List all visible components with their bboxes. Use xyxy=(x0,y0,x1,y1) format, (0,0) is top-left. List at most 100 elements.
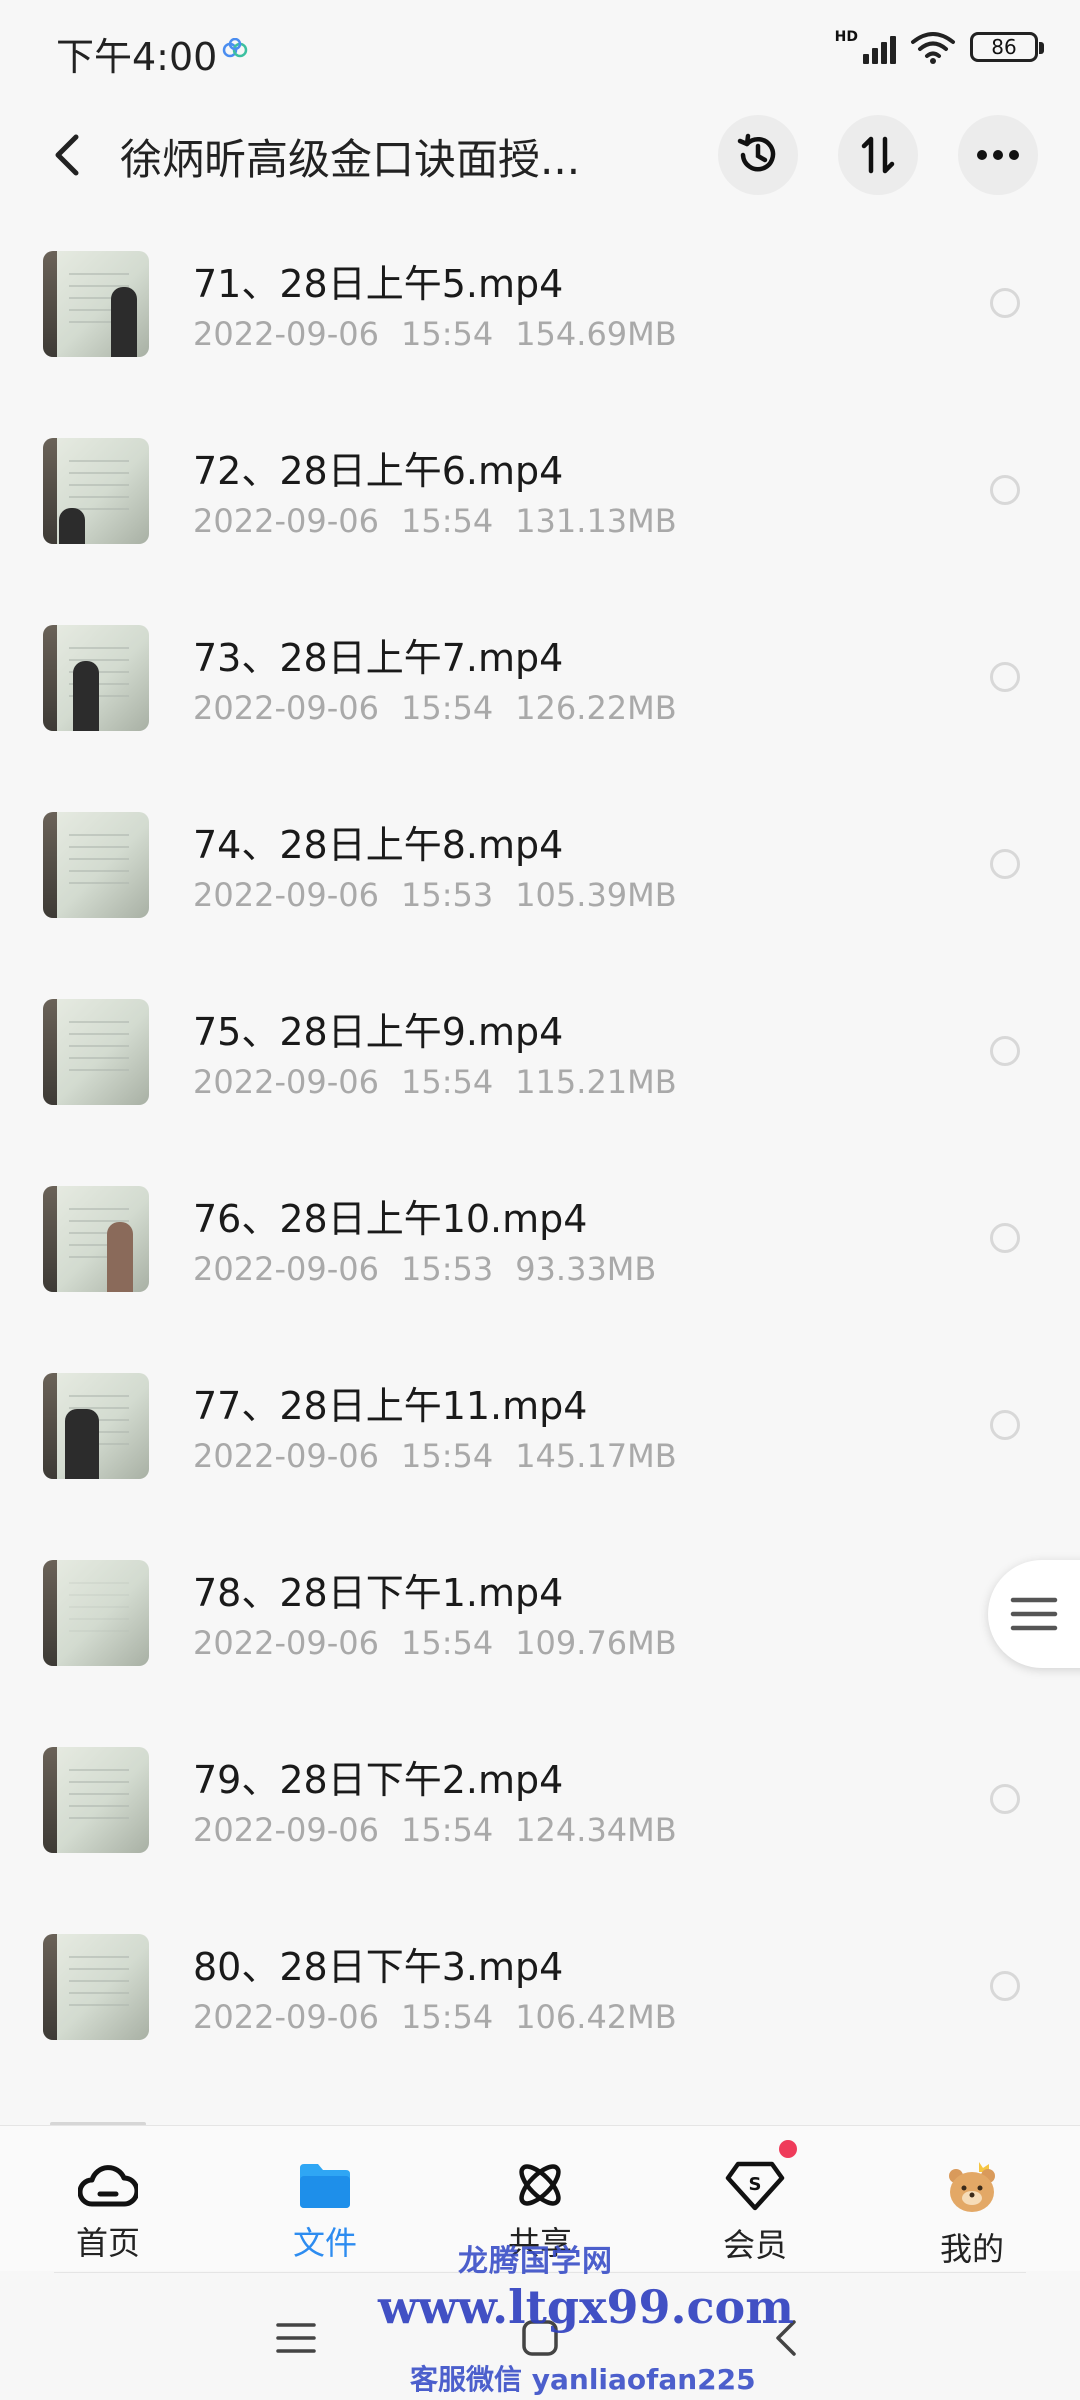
file-size: 124.34MB xyxy=(515,1811,677,1849)
tab-me[interactable]: 我的 xyxy=(902,2126,1042,2272)
list-item[interactable]: 76、28日上午10.mp4 2022-09-06 15:53 93.33MB xyxy=(0,1150,1080,1337)
file-time: 15:53 xyxy=(400,1250,494,1288)
select-radio[interactable] xyxy=(990,1223,1020,1253)
file-date: 2022-09-06 xyxy=(193,315,379,353)
file-size: 115.21MB xyxy=(515,1063,677,1101)
sort-icon xyxy=(861,136,895,174)
file-date: 2022-09-06 xyxy=(193,1624,379,1662)
file-time: 15:54 xyxy=(400,1437,494,1475)
select-radio[interactable] xyxy=(990,1784,1020,1814)
select-radio[interactable] xyxy=(990,1036,1020,1066)
file-meta: 2022-09-06 15:53 93.33MB xyxy=(193,1250,656,1288)
tab-vip-label: 会员 xyxy=(722,2226,787,2264)
file-meta: 2022-09-06 15:54 131.13MB xyxy=(193,502,677,540)
video-thumbnail xyxy=(43,1373,149,1479)
file-time: 15:54 xyxy=(400,1998,494,2036)
file-meta: 2022-09-06 15:53 105.39MB xyxy=(193,876,677,914)
select-radio[interactable] xyxy=(990,1971,1020,2001)
file-date: 2022-09-06 xyxy=(193,876,379,914)
file-meta: 2022-09-06 15:54 145.17MB xyxy=(193,1437,677,1475)
list-item[interactable]: 73、28日上午7.mp4 2022-09-06 15:54 126.22MB xyxy=(0,589,1080,776)
file-meta: 2022-09-06 15:54 126.22MB xyxy=(193,689,677,727)
recent-apps-button[interactable] xyxy=(266,2308,326,2368)
video-thumbnail xyxy=(43,1186,149,1292)
file-name: 76、28日上午10.mp4 xyxy=(193,1197,588,1241)
menu-lines-icon xyxy=(1010,1597,1058,1631)
file-date: 2022-09-06 xyxy=(193,1250,379,1288)
file-meta: 2022-09-06 15:54 124.34MB xyxy=(193,1811,677,1849)
file-name: 75、28日上午9.mp4 xyxy=(193,1010,564,1054)
tab-me-label: 我的 xyxy=(939,2230,1004,2268)
back-button[interactable] xyxy=(40,128,94,182)
file-date: 2022-09-06 xyxy=(193,1998,379,2036)
hd-label: HD xyxy=(834,29,858,45)
file-time: 15:54 xyxy=(400,1624,494,1662)
select-radio[interactable] xyxy=(990,662,1020,692)
tab-home-label: 首页 xyxy=(75,2224,140,2262)
header: 徐炳昕高级金口诀面授... xyxy=(0,110,1080,200)
file-name: 80、28日下午3.mp4 xyxy=(193,1945,564,1989)
svg-text:S: S xyxy=(749,2174,762,2195)
sort-button[interactable] xyxy=(838,115,918,195)
tab-home[interactable]: 首页 xyxy=(38,2126,178,2272)
file-size: 93.33MB xyxy=(515,1250,657,1288)
tab-files-label: 文件 xyxy=(292,2224,357,2262)
notification-dot xyxy=(779,2140,797,2158)
video-thumbnail xyxy=(43,625,149,731)
file-date: 2022-09-06 xyxy=(193,1063,379,1101)
list-item[interactable]: 77、28日上午11.mp4 2022-09-06 15:54 145.17MB xyxy=(0,1337,1080,1524)
select-radio[interactable] xyxy=(990,288,1020,318)
menu-icon xyxy=(276,2323,316,2353)
file-meta: 2022-09-06 15:54 115.21MB xyxy=(193,1063,677,1101)
select-radio[interactable] xyxy=(990,1410,1020,1440)
video-thumbnail xyxy=(43,1747,149,1853)
list-item[interactable]: 80、28日下午3.mp4 2022-09-06 15:54 106.42MB xyxy=(0,1898,1080,2085)
file-time: 15:53 xyxy=(400,876,494,914)
history-button[interactable] xyxy=(718,115,798,195)
cloud-home-icon xyxy=(78,2165,138,2207)
history-icon xyxy=(737,133,776,172)
select-radio[interactable] xyxy=(990,475,1020,505)
select-radio[interactable] xyxy=(990,849,1020,879)
file-size: 145.17MB xyxy=(515,1437,677,1475)
tab-files[interactable]: 文件 xyxy=(255,2126,395,2272)
file-meta: 2022-09-06 15:54 106.42MB xyxy=(193,1998,677,2036)
file-size: 105.39MB xyxy=(515,876,677,914)
more-button[interactable] xyxy=(958,115,1038,195)
file-date: 2022-09-06 xyxy=(193,502,379,540)
file-size: 126.22MB xyxy=(515,689,677,727)
file-size: 131.13MB xyxy=(515,502,677,540)
list-item[interactable]: 72、28日上午6.mp4 2022-09-06 15:54 131.13MB xyxy=(0,402,1080,589)
list-item[interactable]: 71、28日上午5.mp4 2022-09-06 15:54 154.69MB xyxy=(0,215,1080,402)
file-date: 2022-09-06 xyxy=(193,1811,379,1849)
file-meta: 2022-09-06 15:54 109.76MB xyxy=(193,1624,677,1662)
video-thumbnail xyxy=(43,812,149,918)
status-icons: HD 86 xyxy=(835,30,1044,64)
tab-vip[interactable]: S 会员 xyxy=(685,2126,825,2272)
page-title: 徐炳昕高级金口诀面授... xyxy=(120,135,581,184)
video-thumbnail xyxy=(43,999,149,1105)
list-item[interactable]: 74、28日上午8.mp4 2022-09-06 15:53 105.39MB xyxy=(0,776,1080,963)
file-date: 2022-09-06 xyxy=(193,689,379,727)
file-size: 154.69MB xyxy=(515,315,677,353)
watermark-site-name: 龙腾国学网 xyxy=(458,2244,613,2279)
signal-icon: HD xyxy=(835,30,896,64)
wifi-icon xyxy=(911,32,955,64)
file-time: 15:54 xyxy=(400,689,494,727)
video-thumbnail xyxy=(43,1934,149,2040)
file-time: 15:54 xyxy=(400,315,494,353)
watermark-contact: 客服微信 yanliaofan225 xyxy=(410,2363,756,2396)
status-bar: 下午4:00 HD 86 xyxy=(0,0,1080,100)
video-thumbnail xyxy=(43,438,149,544)
file-name: 72、28日上午6.mp4 xyxy=(193,449,564,493)
watermark-url: www.ltgx99.com xyxy=(378,2280,794,2334)
file-meta: 2022-09-06 15:54 154.69MB xyxy=(193,315,677,353)
list-item[interactable]: 79、28日下午2.mp4 2022-09-06 15:54 124.34MB xyxy=(0,1711,1080,1898)
list-item[interactable]: 75、28日上午9.mp4 2022-09-06 15:54 115.21MB xyxy=(0,963,1080,1150)
back-arrow-icon xyxy=(55,134,79,176)
bear-avatar-icon xyxy=(949,2162,995,2212)
file-time: 15:54 xyxy=(400,502,494,540)
file-date: 2022-09-06 xyxy=(193,1437,379,1475)
status-time: 下午4:00 xyxy=(56,35,218,79)
list-item[interactable]: 78、28日下午1.mp4 2022-09-06 15:54 109.76MB xyxy=(0,1524,1080,1711)
